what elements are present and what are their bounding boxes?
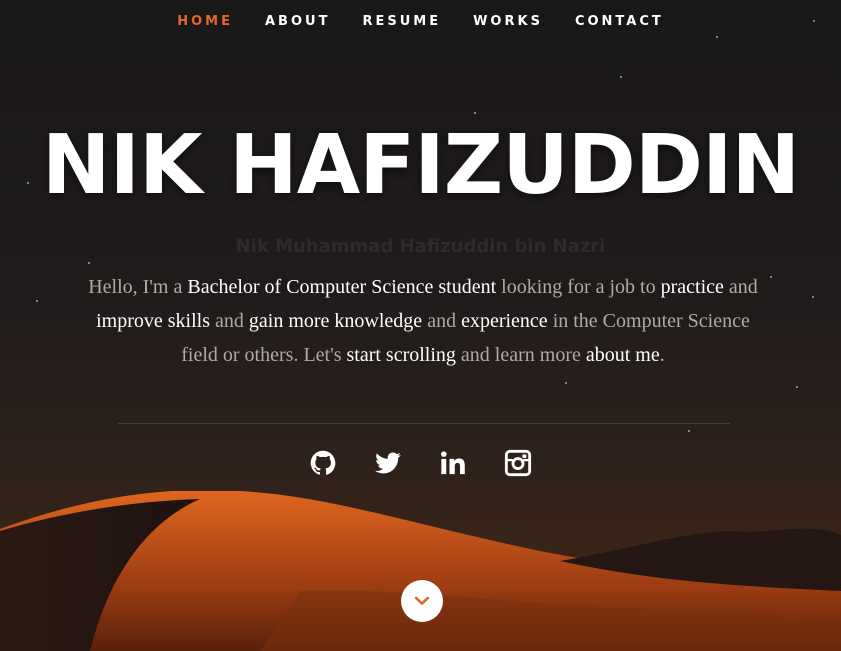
main-nav: HOME ABOUT RESUME WORKS CONTACT <box>0 0 841 42</box>
bio-highlight: about me <box>585 344 660 366</box>
bio-segment: and <box>210 310 249 332</box>
bio-segment: and <box>422 310 462 332</box>
nav-item-about[interactable]: ABOUT <box>265 14 330 29</box>
instagram-icon <box>504 449 532 477</box>
bio-segment: and <box>723 276 758 298</box>
github-icon <box>310 450 336 475</box>
full-name-subtitle: Nik Muhammad Hafizuddin bin Nazri <box>235 236 606 257</box>
nav-item-works[interactable]: WORKS <box>473 14 543 29</box>
github-link[interactable] <box>309 448 337 478</box>
social-links <box>0 448 841 478</box>
bio-highlight: experience <box>461 310 548 332</box>
divider <box>118 423 730 424</box>
bio-segment: . <box>659 344 665 366</box>
bio-segment: and learn more <box>455 344 586 366</box>
chevron-down-icon <box>414 596 430 605</box>
linkedin-icon <box>440 451 465 475</box>
nav-item-resume[interactable]: RESUME <box>362 14 441 29</box>
twitter-icon <box>375 452 401 474</box>
page-title: NIK HAFIZUDDIN <box>41 118 800 213</box>
bio-segment: looking for a job to <box>496 276 661 298</box>
bio-text: Hello, I'm a Bachelor of Computer Scienc… <box>76 270 770 372</box>
bio-segment: Hello, I'm a <box>88 276 188 298</box>
instagram-link[interactable] <box>504 448 532 478</box>
nav-item-contact[interactable]: CONTACT <box>575 14 664 29</box>
desert-dunes-image <box>0 491 841 651</box>
nav-item-home[interactable]: HOME <box>177 14 233 29</box>
bio-highlight: improve skills <box>96 310 211 332</box>
bio-highlight: start scrolling <box>346 344 456 366</box>
bio-highlight: gain more knowledge <box>248 310 423 332</box>
bio-highlight: Bachelor of Computer Science student <box>187 276 497 298</box>
bio-highlight: practice <box>660 276 724 298</box>
scroll-down-button[interactable] <box>401 580 443 622</box>
linkedin-link[interactable] <box>439 448 467 478</box>
hero-section: HOME ABOUT RESUME WORKS CONTACT NIK HAFI… <box>0 0 841 651</box>
twitter-link[interactable] <box>374 448 402 478</box>
